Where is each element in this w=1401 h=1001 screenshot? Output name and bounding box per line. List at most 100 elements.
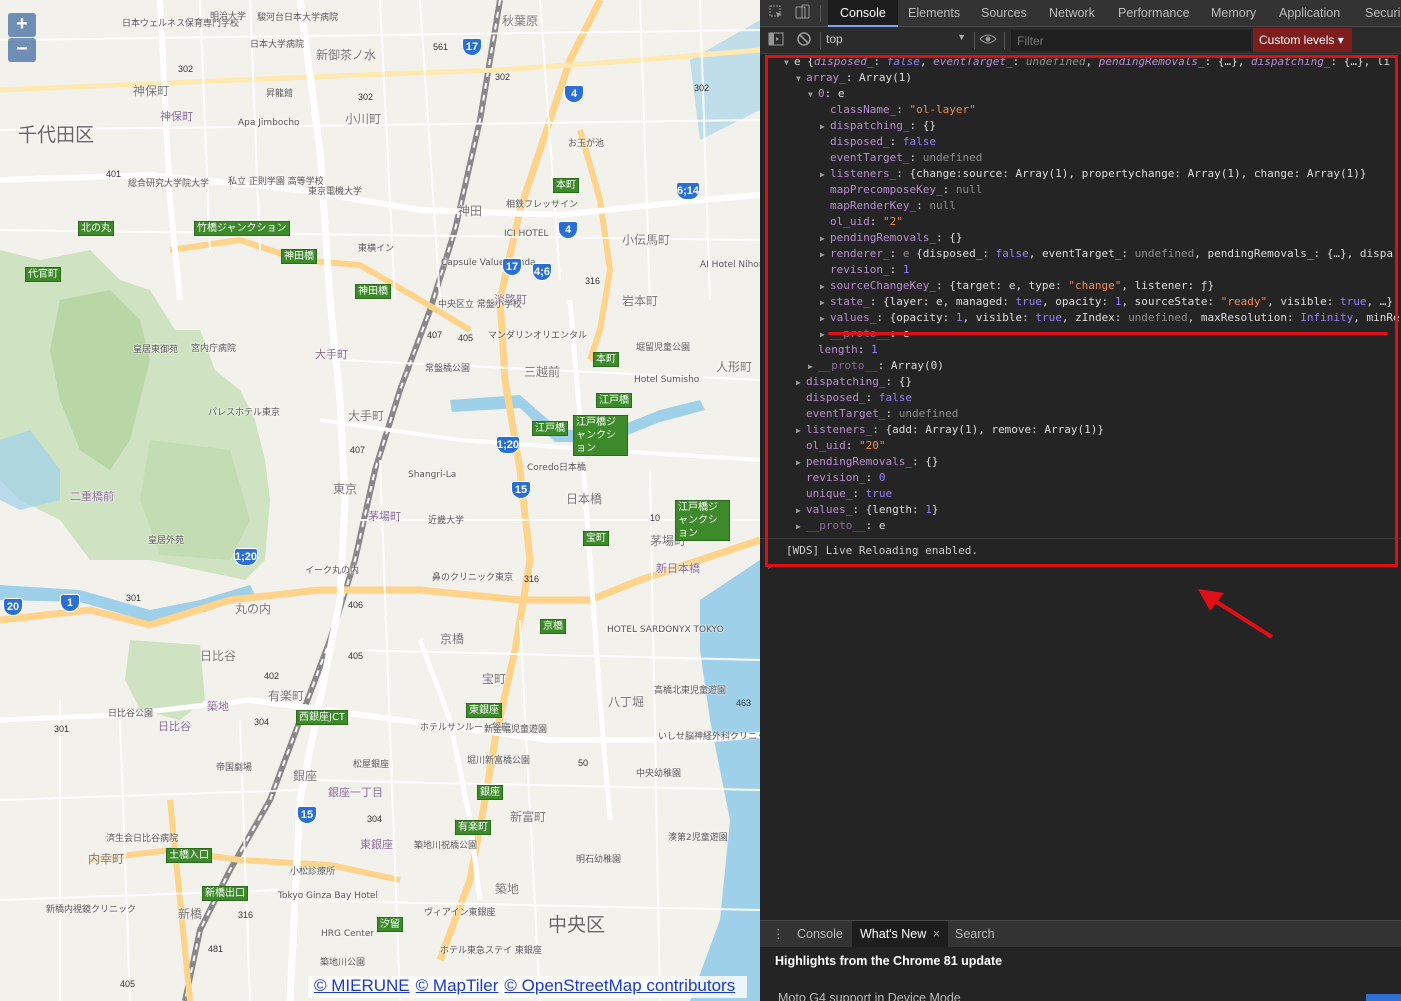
expand-triangle-icon[interactable]: ▶ [820, 167, 830, 182]
drawer-tab-console[interactable]: Console [797, 921, 843, 947]
tab-security[interactable]: Securi [1365, 0, 1400, 27]
collapse-triangle-icon[interactable]: ▼ [796, 71, 806, 86]
console-token: false [995, 247, 1029, 260]
console-line[interactable]: ▶ values_: {opacity: 1, visible: true, zI… [760, 310, 1401, 326]
junction-badge: 本町 [593, 352, 619, 367]
console-line[interactable]: ▶ __proto__: Array(0) [760, 358, 1401, 374]
tab-sources[interactable]: Sources [981, 0, 1027, 27]
tab-console[interactable]: Console [828, 0, 898, 27]
expand-triangle-icon[interactable]: ▶ [820, 295, 830, 310]
console-line[interactable]: ▶__proto__: e [760, 518, 1401, 534]
console-token: 0 [878, 471, 886, 484]
tab-application[interactable]: Application [1279, 0, 1340, 27]
tab-network[interactable]: Network [1049, 0, 1095, 27]
tab-performance[interactable]: Performance [1118, 0, 1190, 27]
collapse-triangle-icon[interactable]: ▼ [808, 87, 818, 102]
whats-new-item[interactable]: Moto G4 support in Device Mode [778, 991, 961, 1001]
close-icon[interactable]: × [933, 927, 940, 941]
whats-new-button[interactable] [1366, 994, 1401, 1001]
device-toolbar-icon[interactable] [793, 4, 813, 22]
map-pane[interactable]: + − 千代田区 中央区 神保町 小川町 神田 大手町 日本橋 京橋 銀座 東京… [0, 0, 760, 1001]
context-selector[interactable]: top ▼ [826, 32, 966, 46]
console-token: dispatching_ [806, 375, 886, 388]
area-label: 有楽町 [268, 689, 305, 703]
area-label: 人形町 [716, 360, 753, 374]
expand-triangle-icon[interactable]: ▶ [796, 519, 806, 534]
area-label: 築地 [495, 882, 520, 896]
console-token: "2" [883, 215, 903, 228]
expand-triangle-icon[interactable]: ▶ [820, 119, 830, 134]
console-token: : {layer: e, managed: [869, 295, 1016, 308]
console-line[interactable]: ▶ renderer_: e {disposed_: false, eventTa… [760, 246, 1401, 262]
drawer-tab-whats-new-label: What's New [860, 927, 927, 941]
collapse-triangle-icon[interactable]: ▼ [784, 55, 794, 70]
expand-triangle-icon[interactable]: ▶ [796, 375, 806, 390]
zoom-in-button[interactable]: + [8, 13, 36, 37]
console-token: 1 [925, 503, 932, 516]
zoom-out-button[interactable]: − [8, 38, 36, 62]
log-levels-dropdown[interactable]: Custom levels ▾ [1253, 28, 1352, 52]
road-number: 407 [350, 445, 366, 455]
clear-console-icon[interactable] [794, 31, 814, 49]
road-number: 463 [736, 698, 752, 708]
console-line[interactable]: ▼ array_: Array(1) [760, 70, 1401, 86]
console-token: : [852, 487, 866, 500]
poi-label: 築地川公園 [320, 958, 366, 968]
expand-triangle-icon[interactable]: ▶ [796, 423, 806, 438]
inspect-element-icon[interactable] [766, 4, 786, 22]
console-line: eventTarget_: undefined [760, 150, 1401, 166]
route-shield: 1;20 [234, 548, 258, 566]
attribution-osm-link[interactable]: © OpenStreetMap contributors [504, 976, 735, 995]
drawer-menu-icon[interactable]: ⋮ [772, 921, 785, 947]
console-token: dispatching_ [830, 119, 910, 132]
station-label: 新日本橋 [656, 562, 700, 575]
poi-label: 東横イン [358, 244, 395, 254]
console-line[interactable]: ▶ listeners_: {add: Array(1), remove: Arr… [760, 422, 1401, 438]
console-line[interactable]: ▶ values_: {length: 1} [760, 502, 1401, 518]
console-token: e [794, 55, 808, 68]
console-line[interactable]: ▼ 0: e [760, 86, 1401, 102]
console-output: ▼ e {disposed_: false, eventTarget_: unde… [760, 54, 1401, 575]
tab-memory[interactable]: Memory [1211, 0, 1256, 27]
expand-triangle-icon[interactable]: ▶ [820, 311, 830, 326]
road-number: 316 [585, 276, 601, 286]
console-filter-input[interactable] [1011, 30, 1251, 51]
poi-label: 皇居東御苑 [133, 345, 179, 355]
console-line[interactable]: ▶ pendingRemovals_: {} [760, 230, 1401, 246]
poi-label: Hotel Sumisho [634, 375, 700, 385]
poi-label: 日本大学病院 [250, 40, 305, 50]
console-line[interactable]: ▶ dispatching_: {} [760, 118, 1401, 134]
expand-triangle-icon[interactable]: ▶ [820, 247, 830, 262]
console-token: : {…}, [1204, 55, 1252, 68]
drawer-tab-whats-new[interactable]: What's New × [852, 921, 949, 947]
poi-label: HOTEL SARDONYX TOKYO [607, 625, 724, 635]
console-token: state_ [830, 295, 870, 308]
expand-triangle-icon[interactable]: ▶ [808, 359, 818, 374]
attribution-mierune-link[interactable]: © MIERUNE [314, 976, 410, 995]
attribution-maptiler-link[interactable]: © MapTiler [416, 976, 499, 995]
console-line[interactable]: ▶ state_: {layer: e, managed: true, opaci… [760, 294, 1401, 310]
live-expression-eye-icon[interactable] [978, 31, 998, 49]
area-label: 大手町 [348, 409, 385, 423]
console-prompt[interactable]: › [760, 559, 1401, 575]
console-line: disposed_: false [760, 390, 1401, 406]
console-line[interactable]: ▼ e {disposed_: false, eventTarget_: unde… [760, 54, 1401, 70]
sidebar-toggle-icon[interactable] [766, 31, 786, 49]
console-line[interactable]: ▶ dispatching_: {} [760, 374, 1401, 390]
console-line[interactable]: ▶ sourceChangeKey_: {target: e, type: "ch… [760, 278, 1401, 294]
expand-triangle-icon[interactable]: ▶ [796, 503, 806, 518]
console-line[interactable]: ▶ pendingRemovals_: {} [760, 454, 1401, 470]
poi-label: パレスホテル東京 [208, 408, 281, 418]
poi-label: Apa Jimbocho [238, 118, 300, 128]
drawer-tab-search[interactable]: Search [955, 921, 995, 947]
expand-triangle-icon[interactable]: ▶ [820, 231, 830, 246]
tab-elements[interactable]: Elements [908, 0, 960, 27]
station-label: 日比谷 [158, 720, 191, 733]
console-line[interactable]: ▶ listeners_: {change:source: Array(1), p… [760, 166, 1401, 182]
console-line: eventTarget_: undefined [760, 406, 1401, 422]
expand-triangle-icon[interactable]: ▶ [820, 279, 830, 294]
expand-triangle-icon[interactable]: ▶ [796, 455, 806, 470]
console-token: : [942, 183, 956, 196]
poi-label: イーク丸の内 [305, 566, 360, 576]
station-label: 築地 [207, 700, 229, 713]
